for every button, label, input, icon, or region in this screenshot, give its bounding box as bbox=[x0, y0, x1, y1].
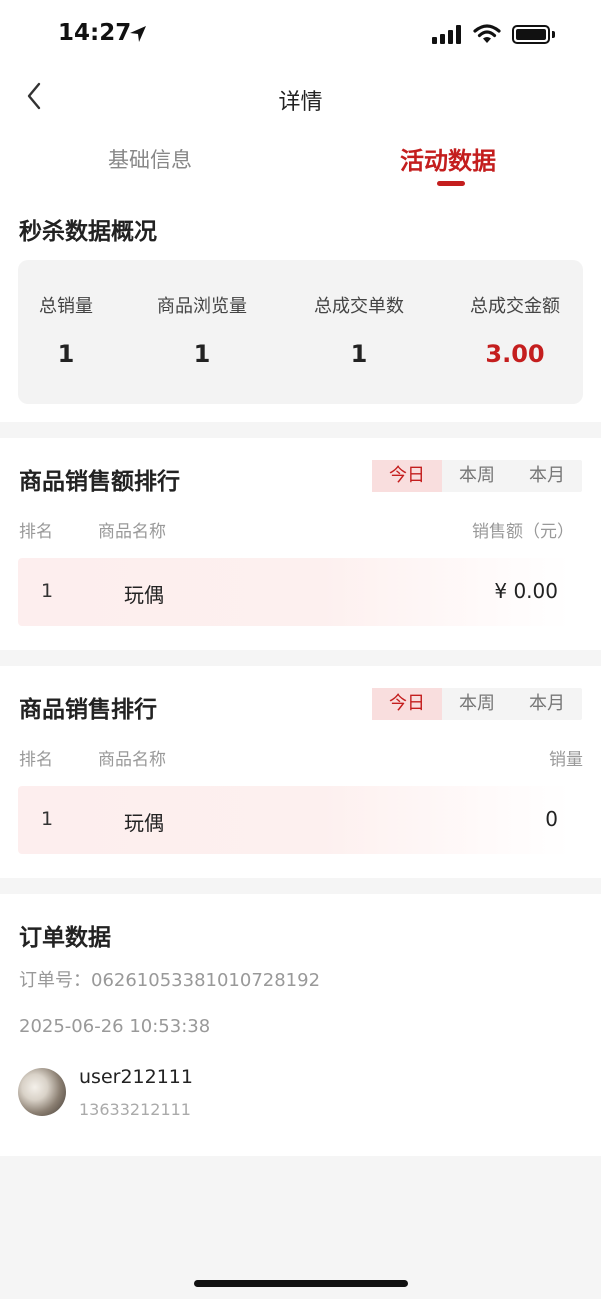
user-phone: 13633212111 bbox=[79, 1100, 191, 1119]
sales-count: 0 bbox=[545, 807, 558, 831]
flash-sale-overview-card: 秒杀数据概况 总销量 1 商品浏览量 1 总成交单数 1 总成交金额 3.00 bbox=[0, 190, 601, 422]
wifi-icon bbox=[473, 24, 501, 43]
sales-amount: ¥ 0.00 bbox=[494, 579, 558, 603]
nav-bar: 详情 bbox=[0, 66, 601, 128]
stat-label: 总销量 bbox=[39, 296, 93, 317]
order-datetime: 2025-06-26 10:53:38 bbox=[19, 1016, 211, 1037]
table-row: 1 玩偶 0 bbox=[18, 786, 570, 854]
status-bar: 14:27 bbox=[0, 0, 601, 66]
column-header-rank: 排名 bbox=[19, 522, 53, 542]
stat-total-sales: 总销量 1 bbox=[18, 292, 114, 368]
column-header-name: 商品名称 bbox=[98, 522, 166, 542]
period-selector: 今日 本周 本月 bbox=[372, 688, 582, 720]
avatar bbox=[18, 1068, 66, 1116]
period-week[interactable]: 本周 bbox=[442, 688, 512, 720]
stat-label: 总成交金额 bbox=[470, 296, 560, 317]
section-title: 订单数据 bbox=[19, 925, 111, 951]
overview-stats-box: 总销量 1 商品浏览量 1 总成交单数 1 总成交金额 3.00 bbox=[18, 260, 583, 404]
section-title: 秒杀数据概况 bbox=[19, 219, 157, 245]
section-title: 商品销售排行 bbox=[19, 697, 157, 723]
order-data-card: 订单数据 订单号：0626105338101072819​2 2025-06-2… bbox=[0, 894, 601, 1156]
column-header-value: 销售额（元） bbox=[472, 522, 574, 542]
period-month[interactable]: 本月 bbox=[512, 688, 582, 720]
rank-number: 1 bbox=[41, 808, 54, 830]
stat-total-amount: 总成交金额 3.00 bbox=[462, 292, 568, 368]
tab-basic-info[interactable]: 基础信息 bbox=[108, 144, 192, 174]
battery-icon bbox=[512, 25, 550, 44]
stat-value: 1 bbox=[350, 340, 368, 368]
period-today[interactable]: 今日 bbox=[372, 688, 442, 720]
tab-activity-data[interactable]: 活动数据 bbox=[400, 141, 496, 176]
period-month[interactable]: 本月 bbox=[512, 460, 582, 492]
section-title: 商品销售额排行 bbox=[19, 469, 180, 495]
page-title: 详情 bbox=[278, 90, 323, 115]
period-selector: 今日 本周 本月 bbox=[372, 460, 582, 492]
column-header-name: 商品名称 bbox=[98, 750, 166, 770]
stat-value: 3.00 bbox=[485, 340, 545, 368]
column-header-rank: 排名 bbox=[19, 750, 53, 770]
product-name: 玩偶 bbox=[124, 583, 164, 607]
stat-label: 商品浏览量 bbox=[157, 296, 247, 317]
period-today[interactable]: 今日 bbox=[372, 460, 442, 492]
sales-amount-ranking-card: 商品销售额排行 今日 本周 本月 排名 商品名称 销售额（元） 1 玩偶 ¥ 0… bbox=[0, 438, 601, 650]
order-number: 订单号：0626105338101072819​2 bbox=[19, 970, 321, 991]
user-name: user212111 bbox=[79, 1066, 193, 1088]
rank-number: 1 bbox=[41, 580, 54, 602]
status-time: 14:27 bbox=[58, 20, 132, 46]
product-name: 玩偶 bbox=[124, 811, 164, 835]
sales-count-ranking-card: 商品销售排行 今日 本周 本月 排名 商品名称 销量 1 玩偶 0 bbox=[0, 666, 601, 878]
stat-product-views: 商品浏览量 1 bbox=[150, 292, 254, 368]
cellular-signal-icon bbox=[432, 25, 461, 44]
period-week[interactable]: 本周 bbox=[442, 460, 512, 492]
battery-cap bbox=[552, 31, 555, 38]
table-row: 1 玩偶 ¥ 0.00 bbox=[18, 558, 570, 626]
stat-value: 1 bbox=[57, 340, 75, 368]
column-header-value: 销量 bbox=[549, 750, 583, 770]
stat-label: 总成交单数 bbox=[314, 296, 404, 317]
location-arrow-icon bbox=[130, 26, 146, 42]
active-tab-indicator bbox=[437, 181, 465, 186]
stat-total-orders: 总成交单数 1 bbox=[307, 292, 411, 368]
tab-bar: 基础信息 活动数据 bbox=[0, 128, 601, 190]
stat-value: 1 bbox=[193, 340, 211, 368]
home-indicator bbox=[194, 1280, 408, 1287]
